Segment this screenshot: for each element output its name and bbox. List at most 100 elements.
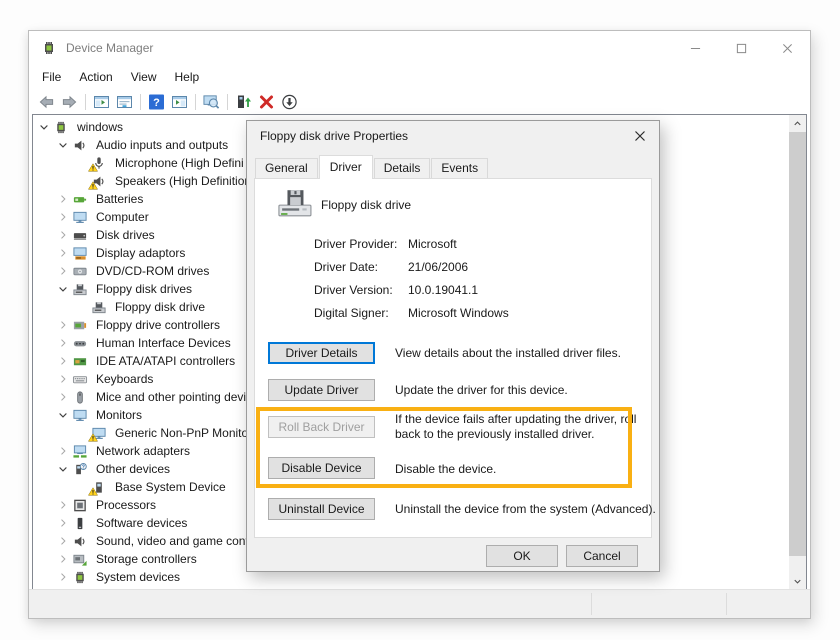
audio-icon — [91, 174, 107, 189]
minimize-button[interactable] — [672, 31, 718, 65]
chevron-collapsed-icon[interactable] — [56, 336, 70, 350]
tree-item-label: Base System Device — [112, 480, 229, 494]
properties-button[interactable] — [113, 91, 136, 113]
svg-text:?: ? — [153, 97, 160, 109]
window-title: Device Manager — [66, 41, 672, 55]
update-driver-toolbar-button[interactable] — [232, 91, 255, 113]
scroll-down-arrow[interactable] — [789, 573, 806, 590]
scroll-up-arrow[interactable] — [789, 115, 806, 132]
processor-icon — [72, 498, 88, 513]
status-bar — [29, 589, 810, 618]
chevron-collapsed-icon[interactable] — [56, 498, 70, 512]
chevron-spacer — [75, 174, 89, 188]
chevron-collapsed-icon[interactable] — [56, 516, 70, 530]
keyboard-icon — [72, 372, 88, 387]
ok-button[interactable]: OK — [486, 545, 558, 567]
chevron-spacer — [75, 426, 89, 440]
tree-item-label: Floppy disk drives — [93, 282, 195, 296]
help-button[interactable]: ? — [145, 91, 168, 113]
show-action-pane-button[interactable] — [168, 91, 191, 113]
floppy-drive-icon — [72, 282, 88, 297]
toolbar-separator — [85, 94, 86, 110]
mouse-icon — [72, 390, 88, 405]
tree-item-label: System devices — [93, 570, 183, 584]
chevron-spacer — [75, 480, 89, 494]
forward-button[interactable] — [58, 91, 81, 113]
chevron-collapsed-icon[interactable] — [56, 318, 70, 332]
chevron-expanded-icon[interactable] — [56, 138, 70, 152]
update-driver-description: Update the driver for this device. — [395, 383, 645, 398]
dialog-title-bar: Floppy disk drive Properties — [247, 121, 659, 151]
dialog-close-button[interactable] — [630, 126, 650, 146]
title-bar: Device Manager — [29, 31, 810, 65]
chevron-collapsed-icon[interactable] — [56, 552, 70, 566]
audio-icon — [72, 534, 88, 549]
digital-signer-label: Digital Signer: — [314, 306, 389, 320]
tree-item-label: Processors — [93, 498, 159, 512]
device-manager-app-icon — [41, 40, 57, 56]
disable-device-button[interactable]: Disable Device — [268, 457, 375, 479]
battery-icon — [72, 192, 88, 207]
roll-back-driver-button[interactable]: Roll Back Driver — [268, 416, 375, 438]
tab-general[interactable]: General — [255, 158, 318, 178]
menu-view[interactable]: View — [122, 67, 166, 87]
software-device-icon — [72, 516, 88, 531]
chevron-expanded-icon[interactable] — [56, 408, 70, 422]
scroll-thumb[interactable] — [789, 132, 806, 556]
chevron-collapsed-icon[interactable] — [56, 264, 70, 278]
tree-scrollbar[interactable] — [789, 115, 806, 590]
maximize-button[interactable] — [718, 31, 764, 65]
uninstall-toolbar-button[interactable] — [255, 91, 278, 113]
chevron-expanded-icon[interactable] — [56, 282, 70, 296]
floppy-drive-icon — [91, 300, 107, 315]
chevron-collapsed-icon[interactable] — [56, 444, 70, 458]
tree-item-label: Batteries — [93, 192, 146, 206]
driver-version-value: 10.0.19041.1 — [408, 283, 478, 297]
tab-driver[interactable]: Driver — [319, 155, 373, 179]
tree-item-label: Floppy disk drive — [112, 300, 208, 314]
disable-device-description: Disable the device. — [395, 462, 645, 477]
chevron-collapsed-icon[interactable] — [56, 354, 70, 368]
tab-details[interactable]: Details — [374, 158, 431, 178]
back-button[interactable] — [35, 91, 58, 113]
chevron-collapsed-icon[interactable] — [56, 534, 70, 548]
update-driver-button[interactable]: Update Driver — [268, 379, 375, 401]
driver-details-button[interactable]: Driver Details — [268, 342, 375, 364]
warning-icon — [88, 433, 98, 442]
dialog-title: Floppy disk drive Properties — [260, 129, 630, 143]
chevron-collapsed-icon[interactable] — [56, 228, 70, 242]
menu-file[interactable]: File — [33, 67, 70, 87]
tab-events[interactable]: Events — [431, 158, 488, 178]
close-button[interactable] — [764, 31, 810, 65]
chevron-collapsed-icon[interactable] — [56, 246, 70, 260]
tree-item-label: Sound, video and game cont — [93, 534, 252, 548]
uninstall-device-description: Uninstall the device from the system (Ad… — [395, 502, 645, 517]
window-controls — [672, 31, 810, 65]
chevron-collapsed-icon[interactable] — [56, 372, 70, 386]
tree-item-label: Human Interface Devices — [93, 336, 234, 350]
chevron-expanded-icon[interactable] — [56, 462, 70, 476]
menu-action[interactable]: Action — [70, 67, 121, 87]
menu-help[interactable]: Help — [166, 67, 209, 87]
chevron-collapsed-icon[interactable] — [56, 570, 70, 584]
audio-icon — [72, 138, 88, 153]
show-console-tree-button[interactable] — [90, 91, 113, 113]
disable-toolbar-button[interactable] — [278, 91, 301, 113]
tree-item-label: Disk drives — [93, 228, 158, 242]
uninstall-device-button[interactable]: Uninstall Device — [268, 498, 375, 520]
hid-icon — [72, 336, 88, 351]
chevron-collapsed-icon[interactable] — [56, 390, 70, 404]
driver-provider-label: Driver Provider: — [314, 237, 397, 251]
scan-for-hardware-changes-button[interactable] — [200, 91, 223, 113]
device-name: Floppy disk drive — [321, 198, 411, 212]
storage-controller-icon — [72, 552, 88, 567]
chevron-expanded-icon[interactable] — [37, 120, 51, 134]
chevron-collapsed-icon[interactable] — [56, 210, 70, 224]
floppy-disk-drive-icon — [277, 187, 315, 219]
tree-item-label: Keyboards — [93, 372, 156, 386]
tree-item-label: Monitors — [93, 408, 145, 422]
properties-dialog: Floppy disk drive Properties General Dri… — [246, 120, 660, 572]
cancel-button[interactable]: Cancel — [566, 545, 638, 567]
chevron-collapsed-icon[interactable] — [56, 192, 70, 206]
toolbar: ? — [29, 89, 810, 114]
